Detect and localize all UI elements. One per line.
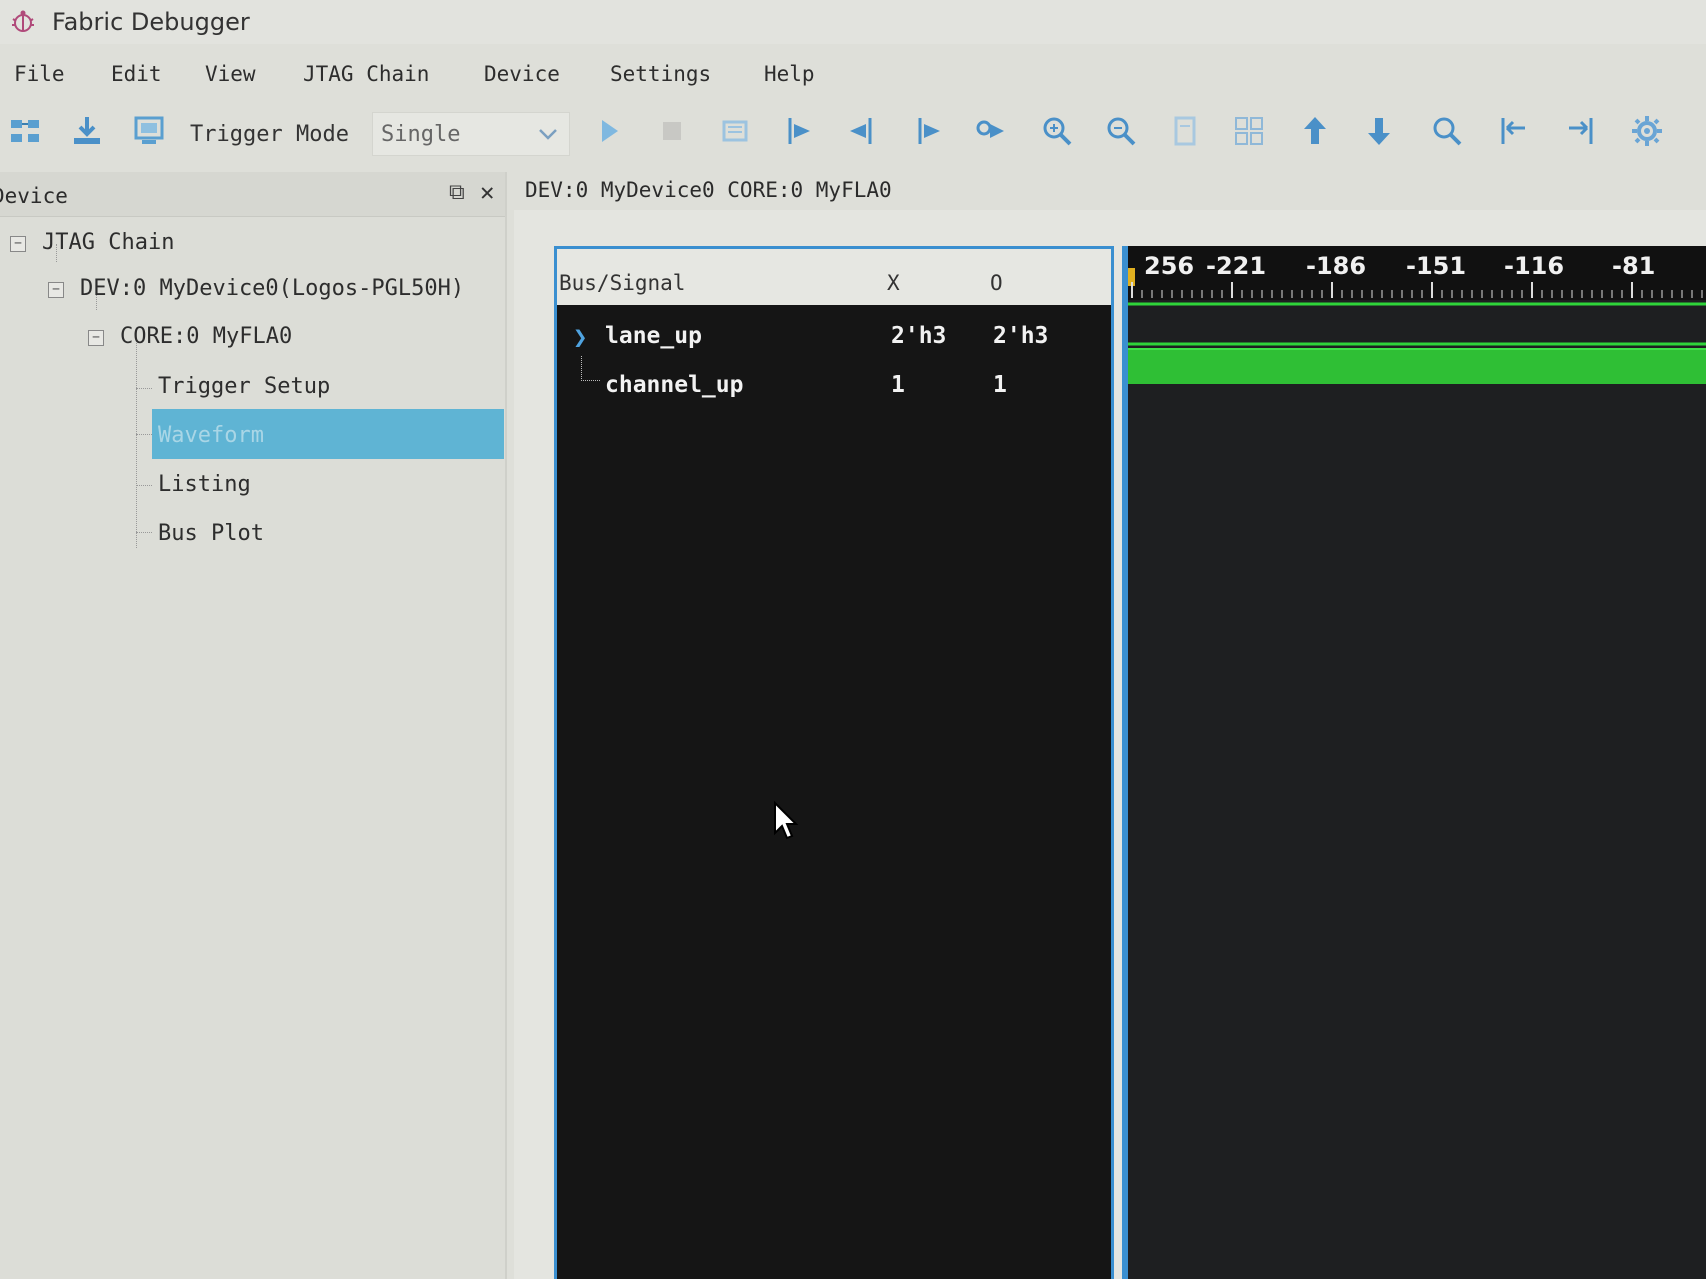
toolbar: Trigger Mode Single (0, 100, 1706, 160)
find-next-icon[interactable] (974, 114, 1008, 148)
waveform-trace-lane-up[interactable] (1128, 300, 1706, 348)
collapse-toggle-icon[interactable]: − (48, 282, 64, 298)
move-up-icon[interactable] (1298, 114, 1332, 148)
jump-trigger-icon[interactable] (782, 114, 816, 148)
signal-value-o: 1 (993, 372, 1007, 398)
menu-jtag-chain[interactable]: JTAG Chain (303, 62, 429, 86)
device-panel-title: Device (0, 184, 68, 208)
zoom-fit-icon[interactable] (1168, 114, 1202, 148)
group-icon[interactable] (1232, 114, 1266, 148)
tree-item-waveform-label: Waveform (158, 423, 264, 448)
scan-chain-icon[interactable] (8, 114, 42, 148)
ruler-label: -221 (1206, 252, 1267, 280)
window-title: Fabric Debugger (52, 8, 250, 36)
tree-connector (136, 338, 137, 548)
tree-connector (136, 434, 152, 435)
close-icon[interactable]: ✕ (480, 178, 494, 206)
ruler-label: -81 (1612, 252, 1656, 280)
time-ruler[interactable]: 256 -221 -186 -151 -116 -81 (1128, 246, 1706, 300)
tree-connector (581, 356, 600, 381)
tree-item-device[interactable]: DEV:0 MyDevice0(Logos-PGL50H) (80, 276, 464, 301)
trigger-mode-label: Trigger Mode (190, 122, 349, 147)
signal-value-o: 2'h3 (993, 323, 1049, 349)
menu-bar: File Edit View JTAG Chain Device Setting… (0, 52, 1706, 92)
col-header-o[interactable]: O (990, 271, 1003, 295)
prev-edge-icon[interactable] (846, 114, 880, 148)
float-window-icon[interactable]: ⧉ (449, 180, 465, 205)
signal-row-lane-up[interactable]: ❯ lane_up 2'h3 2'h3 (557, 313, 1111, 361)
ruler-label: -116 (1504, 252, 1565, 280)
trigger-mode-select[interactable]: Single (372, 112, 570, 156)
align-left-icon[interactable] (1497, 114, 1531, 148)
ruler-label: -186 (1306, 252, 1367, 280)
device-screen-icon[interactable] (132, 114, 166, 148)
breadcrumb: DEV:0 MyDevice0 CORE:0 MyFLA0 (525, 178, 892, 202)
tree-connector (136, 532, 152, 533)
signal-name: lane_up (605, 323, 702, 349)
ruler-label: -151 (1406, 252, 1467, 280)
menu-settings[interactable]: Settings (610, 62, 711, 86)
col-header-bus-signal[interactable]: Bus/Signal (559, 271, 685, 295)
waveform-trace-channel-up[interactable] (1128, 348, 1706, 396)
settings-gear-icon[interactable] (1630, 114, 1664, 148)
device-panel: Device ⧉ ✕ − JTAG Chain − DEV:0 MyDevice… (0, 172, 507, 1279)
capture-icon[interactable] (718, 114, 752, 148)
tree-item-waveform[interactable]: Waveform (152, 409, 504, 459)
tree-item-jtag-chain[interactable]: JTAG Chain (42, 230, 174, 255)
col-header-x[interactable]: X (887, 271, 900, 295)
zoom-out-icon[interactable] (1104, 114, 1138, 148)
next-edge-icon[interactable] (910, 114, 944, 148)
device-panel-header: Device ⧉ ✕ (0, 172, 505, 217)
menu-device[interactable]: Device (484, 62, 560, 86)
signal-name: channel_up (605, 372, 744, 398)
tree-item-trigger-setup[interactable]: Trigger Setup (158, 374, 330, 399)
trigger-mode-value: Single (381, 122, 461, 147)
signal-value-x: 1 (891, 372, 905, 398)
signal-row-channel-up[interactable]: channel_up 1 1 (557, 356, 1111, 410)
stop-icon[interactable] (655, 114, 689, 148)
collapse-toggle-icon[interactable]: − (88, 330, 104, 346)
menu-file[interactable]: File (14, 62, 65, 86)
collapse-toggle-icon[interactable]: − (10, 236, 26, 252)
tree-item-core[interactable]: CORE:0 MyFLA0 (120, 324, 292, 349)
move-down-icon[interactable] (1362, 114, 1396, 148)
run-icon[interactable] (592, 114, 626, 148)
menu-help[interactable]: Help (764, 62, 815, 86)
tree-item-bus-plot[interactable]: Bus Plot (158, 521, 264, 546)
search-icon[interactable] (1430, 114, 1464, 148)
menu-edit[interactable]: Edit (111, 62, 162, 86)
ruler-ticks (1131, 282, 1703, 298)
signal-list-pane[interactable]: Bus/Signal X O ❯ lane_up 2'h3 2'h3 chann… (554, 246, 1114, 1279)
waveform-pane[interactable]: 256 -221 -186 -151 -116 -81 (1128, 246, 1706, 1279)
download-icon[interactable] (70, 114, 104, 148)
ruler-label: 256 (1144, 252, 1195, 280)
expand-chevron-icon[interactable]: ❯ (573, 323, 587, 351)
tree-item-listing[interactable]: Listing (158, 472, 251, 497)
signal-table-header: Bus/Signal X O (557, 249, 1111, 305)
signal-value-x: 2'h3 (891, 323, 947, 349)
tree-connector (136, 388, 152, 389)
title-bar: Fabric Debugger (0, 0, 1706, 44)
chevron-down-icon (539, 129, 557, 140)
menu-view[interactable]: View (205, 62, 256, 86)
zoom-in-icon[interactable] (1040, 114, 1074, 148)
align-right-icon[interactable] (1563, 114, 1597, 148)
app-bug-icon (12, 10, 34, 32)
tree-connector (136, 485, 152, 486)
mouse-pointer-icon (774, 801, 799, 840)
